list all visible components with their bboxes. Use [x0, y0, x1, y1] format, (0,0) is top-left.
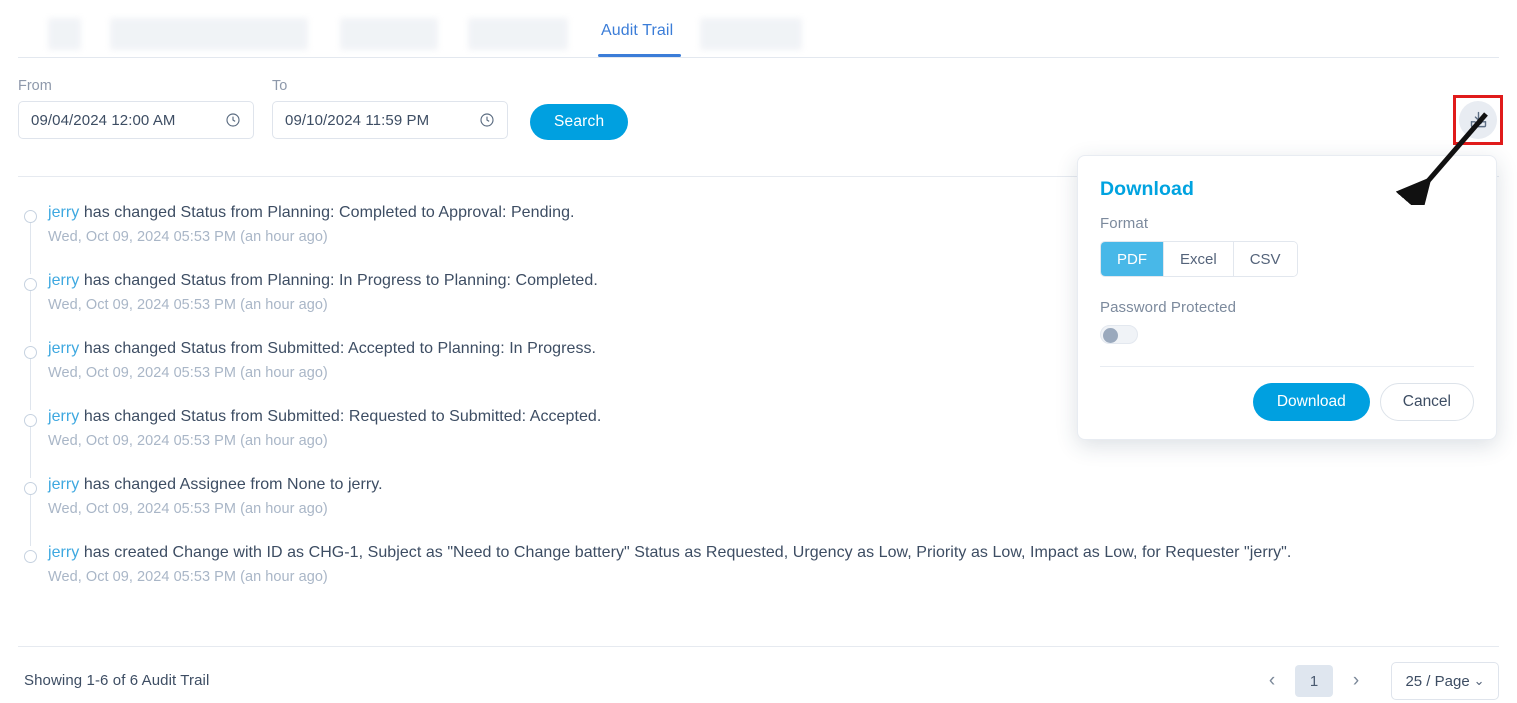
- to-date-value: 09/10/2024 11:59 PM: [285, 111, 430, 129]
- popover-actions: Download Cancel: [1100, 383, 1474, 421]
- footer-bar: Showing 1-6 of 6 Audit Trail ‹ 1 › 25 / …: [0, 660, 1517, 703]
- tab-redacted-4[interactable]: [468, 18, 568, 50]
- cancel-button[interactable]: Cancel: [1379, 383, 1474, 421]
- format-segmented-control: PDF Excel CSV: [1100, 241, 1298, 277]
- audit-entry-timestamp: Wed, Oct 09, 2024 05:53 PM (an hour ago): [48, 569, 328, 585]
- to-field-group: To 09/10/2024 11:59 PM: [272, 78, 508, 139]
- timeline-connector: [30, 426, 32, 478]
- format-option-pdf[interactable]: PDF: [1101, 242, 1164, 276]
- timeline-connector: [30, 222, 32, 274]
- tab-bar-underline: [18, 57, 1499, 58]
- timeline-dot-icon: [24, 550, 37, 563]
- page-size-select[interactable]: 25 / Page ⌄: [1391, 662, 1499, 700]
- pagination: ‹ 1 › 25 / Page ⌄: [1257, 662, 1499, 700]
- audit-entry-text: jerry has changed Assignee from None to …: [48, 474, 1424, 496]
- timeline-dot-icon: [24, 482, 37, 495]
- audit-entry-user-link[interactable]: jerry: [48, 544, 79, 561]
- chevron-down-icon: ⌄: [1473, 673, 1485, 688]
- audit-entry-user-link[interactable]: jerry: [48, 340, 79, 357]
- audit-entry-description: has changed Status from Submitted: Accep…: [79, 340, 597, 357]
- timeline-connector: [30, 358, 32, 410]
- audit-entry-timestamp: Wed, Oct 09, 2024 05:53 PM (an hour ago): [48, 501, 328, 517]
- tab-audit-trail[interactable]: Audit Trail: [601, 22, 673, 40]
- download-tray-icon: [1470, 111, 1486, 127]
- password-protected-label: Password Protected: [1100, 299, 1237, 316]
- format-option-excel[interactable]: Excel: [1164, 242, 1234, 276]
- audit-entry-description: has changed Status from Submitted: Reque…: [79, 408, 602, 425]
- page-number-1[interactable]: 1: [1295, 665, 1333, 697]
- audit-entry: jerry has changed Assignee from None to …: [24, 474, 1424, 546]
- clock-icon: [480, 113, 494, 127]
- content-bottom-divider: [18, 646, 1499, 647]
- clock-icon: [226, 113, 240, 127]
- prev-page-button[interactable]: ‹: [1257, 666, 1287, 696]
- popover-title: Download: [1100, 178, 1194, 200]
- audit-entry-text: jerry has created Change with ID as CHG-…: [48, 542, 1424, 564]
- password-protected-toggle[interactable]: [1100, 325, 1138, 344]
- from-label: From: [18, 78, 52, 94]
- page-size-label: 25 / Page: [1405, 672, 1470, 690]
- timeline-connector: [30, 494, 32, 546]
- popover-divider: [1100, 366, 1474, 367]
- from-date-value: 09/04/2024 12:00 AM: [31, 111, 176, 129]
- from-field-group: From 09/04/2024 12:00 AM: [18, 78, 254, 139]
- audit-entry-description: has created Change with ID as CHG-1, Sub…: [79, 544, 1292, 561]
- audit-entry-user-link[interactable]: jerry: [48, 272, 79, 289]
- timeline-connector: [30, 290, 32, 342]
- tab-redacted-2[interactable]: [110, 18, 308, 50]
- audit-entry-description: has changed Status from Planning: In Pro…: [79, 272, 598, 289]
- format-label: Format: [1100, 215, 1149, 232]
- tab-redacted-5[interactable]: [700, 18, 802, 50]
- timeline-dot-icon: [24, 278, 37, 291]
- format-option-csv[interactable]: CSV: [1233, 242, 1297, 276]
- audit-entry-user-link[interactable]: jerry: [48, 204, 79, 221]
- audit-entry-user-link[interactable]: jerry: [48, 476, 79, 493]
- audit-entry: jerry has created Change with ID as CHG-…: [24, 542, 1424, 588]
- audit-trail-page: Audit Trail From 09/04/2024 12:00 AM To …: [0, 0, 1517, 703]
- timeline-dot-icon: [24, 346, 37, 359]
- tab-bar: Audit Trail: [0, 0, 1517, 58]
- audit-entry-description: has changed Status from Planning: Comple…: [79, 204, 575, 221]
- to-label: To: [272, 78, 288, 94]
- from-date-input[interactable]: 09/04/2024 12:00 AM: [18, 101, 254, 139]
- timeline-dot-icon: [24, 414, 37, 427]
- tab-redacted-3[interactable]: [340, 18, 438, 50]
- audit-entry-description: has changed Assignee from None to jerry.: [79, 476, 383, 493]
- tab-redacted-1[interactable]: [48, 18, 81, 50]
- toggle-knob: [1103, 328, 1118, 343]
- search-button[interactable]: Search: [530, 104, 629, 140]
- download-popover: Download Format PDF Excel CSV Password Pro…: [1077, 155, 1497, 440]
- audit-entry-user-link[interactable]: jerry: [48, 408, 79, 425]
- to-date-input[interactable]: 09/10/2024 11:59 PM: [272, 101, 508, 139]
- download-icon-button[interactable]: [1459, 101, 1497, 139]
- download-confirm-button[interactable]: Download: [1252, 383, 1370, 421]
- next-page-button[interactable]: ›: [1341, 666, 1371, 696]
- timeline-dot-icon: [24, 210, 37, 223]
- showing-count: Showing 1-6 of 6 Audit Trail: [24, 672, 210, 689]
